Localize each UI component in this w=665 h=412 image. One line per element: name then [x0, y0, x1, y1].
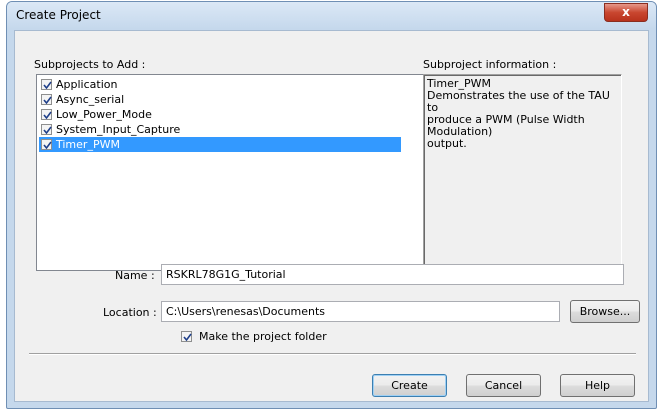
- make-project-folder-label: Make the project folder: [199, 330, 327, 343]
- subproject-info-heading: Subproject information :: [423, 58, 557, 71]
- subproject-label: Async_serial: [56, 93, 125, 106]
- info-line: produce a PWM (Pulse Width Modulation): [427, 113, 585, 138]
- info-line: Demonstrates the use of the TAU to: [427, 89, 610, 114]
- close-button[interactable]: x: [604, 3, 648, 22]
- subproject-label: Application: [56, 78, 118, 91]
- make-project-folder-option[interactable]: Make the project folder: [181, 329, 381, 344]
- browse-button[interactable]: Browse...: [570, 300, 640, 323]
- subproject-item-async-serial[interactable]: Async_serial: [39, 92, 401, 107]
- dialog-body: Subprojects to Add : Application Async_s…: [14, 30, 649, 402]
- help-button[interactable]: Help: [560, 374, 635, 397]
- info-line: output.: [427, 137, 467, 150]
- subproject-label: System_Input_Capture: [56, 123, 181, 136]
- create-project-dialog: Create Project x Subprojects to Add : Ap…: [6, 1, 657, 409]
- checkbox-system-input-capture[interactable]: [41, 124, 52, 135]
- subprojects-heading: Subprojects to Add :: [34, 58, 146, 71]
- project-name-input[interactable]: RSKRL78G1G_Tutorial: [161, 264, 624, 285]
- make-project-folder-checkbox[interactable]: [181, 331, 192, 342]
- checkmark-icon: [43, 96, 52, 105]
- cancel-button[interactable]: Cancel: [466, 374, 541, 397]
- checkmark-icon: [43, 81, 52, 90]
- location-input[interactable]: C:\Users\renesas\Documents: [161, 301, 560, 322]
- subproject-item-application[interactable]: Application: [39, 77, 401, 92]
- checkbox-application[interactable]: [41, 79, 52, 90]
- separator: [29, 353, 636, 355]
- checkbox-async-serial[interactable]: [41, 94, 52, 105]
- close-icon: x: [622, 5, 630, 19]
- checkmark-icon: [43, 126, 52, 135]
- checkbox-low-power-mode[interactable]: [41, 109, 52, 120]
- checkmark-icon: [43, 111, 52, 120]
- subprojects-list[interactable]: Application Async_serial Low_Power_Mode …: [36, 74, 425, 271]
- dialog-title: Create Project: [16, 8, 101, 22]
- subproject-item-timer-pwm[interactable]: Timer_PWM: [39, 137, 401, 152]
- subproject-label: Low_Power_Mode: [56, 108, 152, 121]
- subproject-item-system-input-capture[interactable]: System_Input_Capture: [39, 122, 401, 137]
- checkmark-icon: [43, 141, 52, 150]
- checkmark-icon: [183, 333, 192, 342]
- subproject-item-low-power-mode[interactable]: Low_Power_Mode: [39, 107, 401, 122]
- subproject-label: Timer_PWM: [56, 138, 120, 151]
- title-bar[interactable]: Create Project x: [7, 2, 656, 29]
- checkbox-timer-pwm[interactable]: [41, 139, 52, 150]
- subproject-info-panel: Timer_PWM Demonstrates the use of the TA…: [423, 74, 622, 271]
- create-button[interactable]: Create: [372, 374, 447, 397]
- location-label: Location :: [103, 306, 157, 319]
- name-label: Name :: [115, 269, 155, 282]
